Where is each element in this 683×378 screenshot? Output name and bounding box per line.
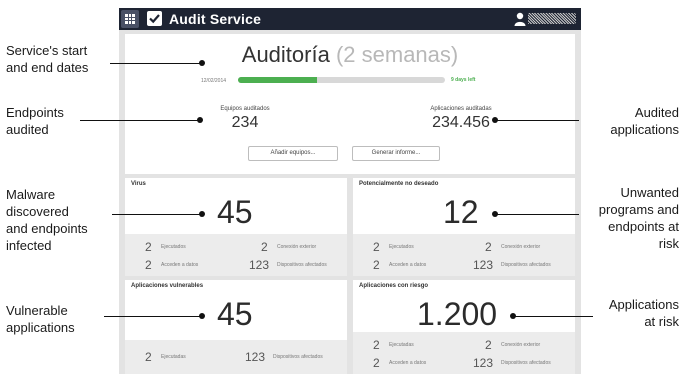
stat-label: Dispositivos afectados — [277, 262, 327, 268]
annotation-line: Audited — [634, 105, 679, 120]
unwanted-programs-title: Potencialmente no deseado — [359, 181, 439, 187]
figure: { "app": { "title": "Audit Service", "gr… — [0, 0, 683, 378]
stat-label: Conexión exterior — [501, 244, 541, 250]
callout-line — [513, 316, 593, 318]
vulnerable-apps-stats: 2 Ejecutadas 123 Dispositivos afectados — [125, 340, 347, 374]
stat-number: 2 — [373, 240, 380, 254]
app-title: Audit Service — [169, 11, 262, 27]
annotation-line: infected — [6, 238, 52, 253]
user-icon[interactable] — [514, 12, 526, 26]
stat-label: Acceden a datos — [161, 262, 199, 268]
virus-count: 45 — [217, 194, 253, 230]
audit-duration: (2 semanas) — [335, 42, 459, 67]
stat-number: 123 — [245, 350, 266, 364]
annotation-line: programs and — [598, 202, 679, 217]
virus-stats: 2 Ejecutados 2 Conexión exterior 2 Acced… — [125, 234, 347, 276]
annotation-apps-at-risk: Applications at risk — [609, 296, 679, 330]
vulnerable-apps-title: Aplicaciones vulnerables — [131, 283, 204, 289]
annotation-service-dates: Service's start and end dates — [6, 42, 88, 76]
apps-at-risk-stats: 2 Ejecutadas 2 Conexión exterior 2 Acced… — [353, 332, 575, 374]
apps-at-risk-panel[interactable]: Aplicaciones con riesgo 1.200 2 Ejecutad… — [353, 280, 575, 374]
stat-label: Dispositivos afectados — [273, 354, 323, 360]
annotation-line: applications — [610, 122, 679, 137]
annotation-line: and end dates — [6, 60, 89, 75]
callout-line — [80, 120, 200, 122]
annotation-endpoints: Endpoints audited — [6, 104, 64, 138]
annotation-line: Malware — [6, 187, 56, 202]
stat-number: 2 — [145, 240, 152, 254]
annotation-line: applications — [6, 320, 75, 335]
stat-number: 2 — [145, 350, 152, 364]
endpoints-audited-label: Equipos auditados — [220, 106, 270, 112]
annotation-line: endpoints at — [608, 219, 679, 234]
stat-number: 2 — [373, 338, 380, 352]
unwanted-programs-panel[interactable]: Potencialmente no deseado 12 2 Ejecutado… — [353, 178, 575, 276]
annotation-unwanted: Unwanted programs and endpoints at risk — [599, 184, 679, 252]
stat-number: 123 — [249, 258, 270, 272]
stat-label: Conexión exterior — [501, 342, 541, 348]
stat-label: Acceden a datos — [389, 360, 427, 366]
annotation-line: discovered — [6, 204, 69, 219]
add-endpoints-button[interactable]: Añadir equipos... — [248, 146, 338, 161]
stat-number: 123 — [473, 258, 494, 272]
stat-label: Ejecutados — [161, 244, 186, 250]
apps-at-risk-title: Aplicaciones con riesgo — [359, 283, 429, 289]
stat-label: Ejecutadas — [161, 354, 186, 360]
endpoints-audited-value: 234 — [231, 114, 259, 131]
virus-panel[interactable]: Virus 45 2 Ejecutados 2 Conexión exterio… — [125, 178, 347, 276]
top-bar: Audit Service — [119, 8, 581, 30]
stat-number: 2 — [145, 258, 152, 272]
callout-line — [110, 63, 202, 65]
annotation-line: Service's start — [6, 43, 88, 58]
audit-progress-bar — [238, 77, 445, 83]
callout-dot — [197, 117, 203, 123]
stat-label: Dispositivos afectados — [501, 360, 551, 366]
stat-number: 123 — [473, 356, 494, 370]
apps-at-risk-count: 1.200 — [417, 296, 498, 332]
callout-line — [495, 120, 579, 122]
user-name-obscured[interactable] — [528, 13, 576, 24]
annotation-line: Applications — [608, 297, 679, 312]
stat-label: Acceden a datos — [389, 262, 427, 268]
stat-label: Dispositivos afectados — [501, 262, 551, 268]
stat-number: 2 — [373, 356, 380, 370]
overview-panel: Auditoría (2 semanas) 12/02/2014 9 days … — [125, 34, 575, 174]
callout-line — [104, 316, 202, 318]
apps-audited-label: Aplicaciones auditadas — [430, 106, 492, 112]
start-date: 12/02/2014 — [201, 78, 227, 84]
stat-label: Ejecutados — [389, 244, 414, 250]
stat-number: 2 — [485, 240, 492, 254]
generate-report-button[interactable]: Generar informe... — [352, 146, 440, 161]
stat-number: 2 — [261, 240, 268, 254]
unwanted-programs-count: 12 — [443, 194, 479, 230]
stat-number: 2 — [485, 338, 492, 352]
annotation-line: and endpoints — [6, 221, 88, 236]
annotation-malware: Malware discovered and endpoints infecte… — [6, 186, 88, 254]
progress-fill — [238, 77, 317, 83]
days-left: 9 days left — [451, 77, 476, 83]
annotation-vulnerable: Vulnerable applications — [6, 302, 75, 336]
annotation-line: audited — [6, 122, 49, 137]
stat-label: Conexión exterior — [277, 244, 317, 250]
virus-title: Virus — [131, 181, 146, 187]
audit-title: Auditoría — [241, 42, 330, 67]
callout-dot — [199, 211, 205, 217]
callout-dot — [199, 60, 205, 66]
annotation-line: Endpoints — [6, 105, 64, 120]
callout-dot — [199, 313, 205, 319]
stat-label: Ejecutadas — [389, 342, 414, 348]
annotation-line: Vulnerable — [6, 303, 68, 318]
unwanted-programs-stats: 2 Ejecutados 2 Conexión exterior 2 Acced… — [353, 234, 575, 276]
annotation-audited-apps: Audited applications — [610, 104, 679, 138]
checkbox-icon — [147, 11, 162, 26]
grid-icon[interactable] — [121, 10, 139, 28]
stat-number: 2 — [373, 258, 380, 272]
vulnerable-apps-panel[interactable]: Aplicaciones vulnerables 45 2 Ejecutadas… — [125, 280, 347, 374]
vulnerable-apps-count: 45 — [217, 296, 253, 332]
callout-line — [495, 214, 579, 216]
annotation-line: at risk — [644, 314, 679, 329]
annotation-line: Unwanted — [620, 185, 679, 200]
annotation-line: risk — [658, 236, 679, 251]
callout-line — [112, 214, 202, 216]
